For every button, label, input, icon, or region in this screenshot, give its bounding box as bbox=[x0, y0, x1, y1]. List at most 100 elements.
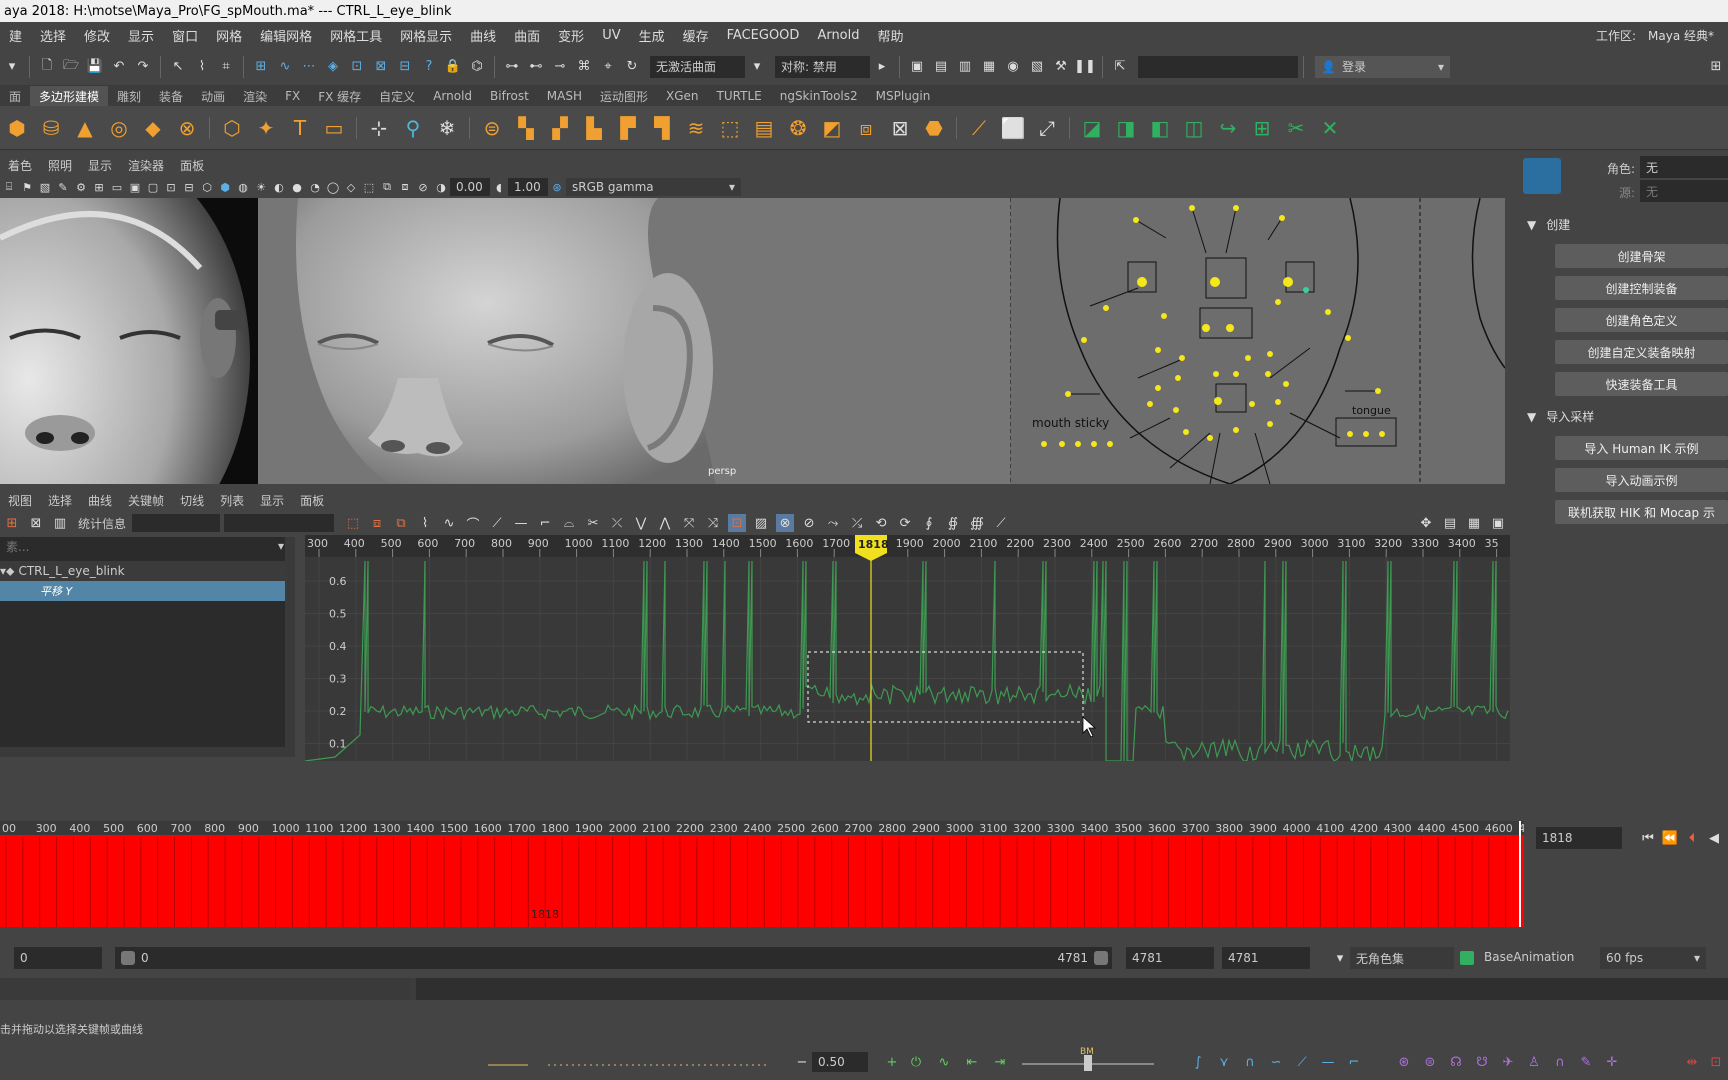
shelf-tab[interactable]: TURTLE bbox=[708, 86, 771, 106]
key-range-icon[interactable]: ⇹ bbox=[1683, 1053, 1701, 1071]
blend-slider-handle[interactable] bbox=[1084, 1055, 1092, 1071]
mirror-icon[interactable]: ▜ bbox=[648, 112, 676, 144]
screen-space-ao-icon[interactable]: ● bbox=[290, 180, 304, 194]
oscillate-icon[interactable]: ∰ bbox=[968, 514, 986, 532]
graph-menu-item[interactable]: 选择 bbox=[40, 492, 80, 509]
uv-planar-icon[interactable]: ◨ bbox=[1112, 112, 1140, 144]
menu-item[interactable]: 网格 bbox=[207, 26, 251, 45]
graph-menu-item[interactable]: 曲线 bbox=[80, 492, 120, 509]
menu-item[interactable]: 网格显示 bbox=[391, 26, 461, 45]
arnold-render-icon[interactable]: ▧ bbox=[1028, 58, 1046, 76]
smooth-icon[interactable]: ≋ bbox=[682, 112, 710, 144]
isolate-icon[interactable]: ⬚ bbox=[362, 180, 376, 194]
shelf-tab[interactable]: 动画 bbox=[192, 86, 234, 106]
menu-item[interactable]: 显示 bbox=[119, 26, 163, 45]
undo-icon[interactable]: ↶ bbox=[110, 58, 128, 76]
viewport-menu-item[interactable]: 显示 bbox=[80, 157, 120, 174]
super-shape-icon[interactable]: ✦ bbox=[252, 112, 280, 144]
frame-selection-icon[interactable]: ⧈ bbox=[368, 514, 386, 532]
value-snap-icon[interactable]: ⊘ bbox=[800, 514, 818, 532]
login-button[interactable]: 👤 登录 ▾ bbox=[1315, 55, 1450, 78]
menu-item[interactable]: 曲面 bbox=[505, 26, 549, 45]
clamped-tangent-icon[interactable]: ⌒ bbox=[464, 514, 482, 533]
select-key-icon[interactable]: ⊠ bbox=[27, 514, 45, 532]
uv-layout-icon[interactable]: ✂ bbox=[1282, 112, 1310, 144]
menu-item[interactable]: FACEGOOD bbox=[718, 28, 809, 43]
fps-dropdown[interactable]: 60 fps ▾ bbox=[1600, 947, 1706, 969]
menu-item[interactable]: Arnold bbox=[808, 28, 868, 43]
outliner-search[interactable]: 素... ▾ bbox=[0, 537, 290, 555]
separate-icon[interactable]: ▚ bbox=[512, 112, 540, 144]
minus-icon[interactable]: − bbox=[793, 1053, 811, 1071]
head-model[interactable]: persp bbox=[258, 198, 1010, 484]
shelf-tab[interactable]: 装备 bbox=[150, 86, 192, 106]
uv-unfold-icon[interactable]: ⊞ bbox=[1248, 112, 1276, 144]
antialias-icon[interactable]: ◯ bbox=[326, 180, 340, 194]
fill-hole-icon[interactable]: ⬣ bbox=[920, 112, 948, 144]
graph-menu-item[interactable]: 关键帧 bbox=[120, 492, 172, 509]
poly-cube-icon[interactable]: ⬢ bbox=[3, 112, 31, 144]
character-set-dropdown[interactable]: 无角色集 bbox=[1350, 947, 1454, 969]
multi-cut-icon[interactable]: ⟋ bbox=[965, 112, 993, 144]
source-field[interactable]: 无 bbox=[1640, 180, 1728, 202]
field-chart-icon[interactable]: ⊡ bbox=[164, 180, 178, 194]
uv-spherical-icon[interactable]: ◫ bbox=[1180, 112, 1208, 144]
snap-select-icon[interactable]: ⇱ bbox=[1111, 58, 1129, 76]
stats-field-2[interactable] bbox=[224, 514, 335, 532]
extract-icon[interactable]: ▞ bbox=[546, 112, 574, 144]
film-gate-icon[interactable]: ▭ bbox=[110, 180, 124, 194]
align-left-icon[interactable]: ⇤ bbox=[963, 1053, 981, 1071]
shelf-tab[interactable]: 自定义 bbox=[370, 86, 424, 106]
edge-loop-icon[interactable]: ⬜ bbox=[999, 112, 1027, 144]
motion-blur-icon[interactable]: ◔ bbox=[308, 180, 322, 194]
import-anim-sample-button[interactable]: 导入动画示例 bbox=[1555, 468, 1728, 492]
shelf-tab[interactable]: 运动图形 bbox=[591, 86, 657, 106]
camera-attrs-icon[interactable]: ⚙ bbox=[74, 180, 88, 194]
pose-tool-icon[interactable]: ☊ bbox=[1447, 1053, 1465, 1071]
flat-tangent-icon[interactable]: — bbox=[512, 514, 530, 532]
render-view-icon[interactable]: ▣ bbox=[908, 58, 926, 76]
viewport-menu-item[interactable]: 着色 bbox=[0, 157, 40, 174]
playback-end-field[interactable]: 4781 bbox=[1222, 947, 1310, 969]
dropdown-icon[interactable]: ▾ bbox=[3, 58, 21, 76]
textured-icon[interactable]: ◍ bbox=[236, 180, 250, 194]
curve-icon[interactable]: ∿ bbox=[935, 1053, 953, 1071]
lock-weight-icon[interactable]: ⋀ bbox=[656, 514, 674, 532]
buffer-curve-icon[interactable]: ⤧ bbox=[680, 514, 698, 532]
ipr-icon[interactable]: ⌖ bbox=[599, 58, 617, 76]
arnold-ipr-icon[interactable]: ⚒ bbox=[1052, 58, 1070, 76]
end-time-field[interactable]: 4781 bbox=[1126, 947, 1214, 969]
workspace-selector[interactable]: 工作区: Maya 经典* bbox=[1596, 27, 1720, 44]
shelf-tab[interactable]: Arnold bbox=[424, 86, 481, 106]
command-search-field[interactable] bbox=[1138, 55, 1298, 78]
align-right-icon[interactable]: ⇥ bbox=[991, 1053, 1009, 1071]
chevron-right-icon[interactable]: ▸ bbox=[873, 58, 891, 76]
bevel-icon[interactable]: ⊠ bbox=[886, 112, 914, 144]
snap-surface-icon[interactable]: ◈ bbox=[324, 58, 342, 76]
pre-infinity-icon[interactable]: ⟲ bbox=[872, 514, 890, 532]
pen-icon[interactable]: ✎ bbox=[1577, 1053, 1595, 1071]
shelf-tab[interactable]: 雕刻 bbox=[108, 86, 150, 106]
poly-disc-icon[interactable]: ⊗ bbox=[173, 112, 201, 144]
shelf-tab[interactable]: 渲染 bbox=[234, 86, 276, 106]
face-rig-panel[interactable]: mouth sticky tongue bbox=[1009, 198, 1505, 484]
trax-icon[interactable]: ▦ bbox=[1465, 514, 1483, 532]
snap-grid-icon[interactable]: ⊞ bbox=[252, 58, 270, 76]
workspace-value[interactable]: Maya 经典* bbox=[1642, 27, 1720, 44]
camera-sequencer-icon[interactable]: ▣ bbox=[1489, 514, 1507, 532]
tangent-graph-icon[interactable] bbox=[488, 1047, 768, 1077]
break-tangent-icon[interactable]: ✂ bbox=[584, 514, 602, 532]
poly-platonic-icon[interactable]: ⬡ bbox=[218, 112, 246, 144]
weight-field[interactable]: 0.50 bbox=[812, 1052, 868, 1072]
shelf-tab[interactable]: ngSkinTools2 bbox=[771, 86, 867, 106]
current-frame-field[interactable]: 1818 bbox=[1536, 827, 1622, 849]
linear-extrap-icon[interactable]: ⟋ bbox=[992, 514, 1010, 532]
svg-tool-icon[interactable]: ▭ bbox=[320, 112, 348, 144]
step-tangent-icon[interactable]: ⌐ bbox=[536, 514, 554, 532]
xray-joints-icon[interactable]: ⧈ bbox=[398, 180, 412, 194]
post-infinity-icon[interactable]: ⟳ bbox=[896, 514, 914, 532]
lock-icon[interactable]: 🔒 bbox=[444, 58, 462, 76]
normalize-icon[interactable]: ⤳ bbox=[824, 514, 842, 532]
tangent-s-icon[interactable]: ∽ bbox=[1267, 1053, 1285, 1071]
clear-keys-icon[interactable]: ⊡ bbox=[1707, 1053, 1725, 1071]
